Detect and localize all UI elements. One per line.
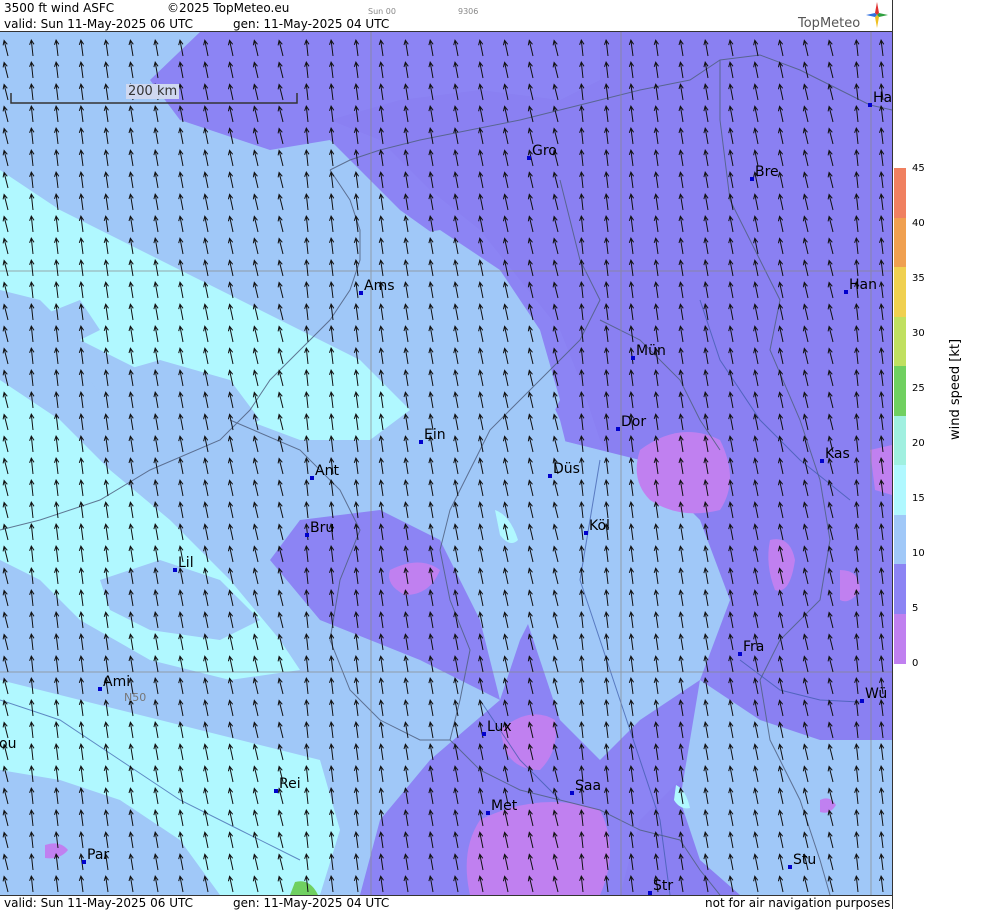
colorbar-tick-label: 45 <box>912 163 925 174</box>
city-label: Met <box>491 798 518 814</box>
city-marker <box>844 290 848 294</box>
city-label: Bru <box>310 520 335 536</box>
generated-time: gen: 11-May-2025 04 UTC <box>233 17 390 31</box>
colorbar-segment <box>894 366 906 416</box>
city-label: ou <box>0 736 17 752</box>
city-label: Str <box>653 878 674 894</box>
colorbar-tick-label: 10 <box>912 548 925 559</box>
city-marker <box>98 687 102 691</box>
city-marker <box>616 427 620 431</box>
colorbar-tick-label: 0 <box>912 658 919 669</box>
footer-bar: valid: Sun 11-May-2025 06 UTC gen: 11-Ma… <box>0 895 892 910</box>
city-marker <box>584 531 588 535</box>
city-label: Mün <box>636 343 666 359</box>
colorbar-tick-label: 20 <box>912 438 925 449</box>
topmeteo-logo: TopMeteo <box>798 16 861 31</box>
city-marker <box>305 533 309 537</box>
latitude-label: N50 <box>124 691 147 704</box>
city-marker <box>570 791 574 795</box>
city-label: Lux <box>487 719 512 735</box>
wind-field <box>0 32 892 895</box>
colorbar-segment <box>894 168 906 218</box>
city-marker <box>82 860 86 864</box>
city-marker <box>527 156 531 160</box>
colorbar-tick-label: 35 <box>912 273 925 284</box>
colorbar <box>894 168 906 664</box>
city-label: Ein <box>424 427 446 443</box>
city-label: Düs <box>553 461 580 477</box>
valid-time: valid: Sun 11-May-2025 06 UTC <box>4 17 193 31</box>
colorbar-segment <box>894 465 906 515</box>
product-title: 3500 ft wind ASFC <box>4 1 115 15</box>
colorbar-tick-label: 25 <box>912 383 925 394</box>
footer-generated-time: gen: 11-May-2025 04 UTC <box>233 896 390 910</box>
colorbar-segment <box>894 217 906 268</box>
city-marker <box>860 699 864 703</box>
colorbar-title: wind speed [kt] <box>948 338 963 440</box>
city-marker <box>788 865 792 869</box>
city-marker <box>738 652 742 656</box>
city-marker <box>419 440 423 444</box>
city-label: Ant <box>315 463 339 479</box>
header-bar: 3500 ft wind ASFC ©2025 TopMeteo.eu Sun … <box>0 0 892 32</box>
colorbar-tick-label: 5 <box>912 603 919 614</box>
colorbar-segment <box>894 613 906 664</box>
colorbar-segment <box>894 316 906 367</box>
city-marker <box>482 732 486 736</box>
colorbar-segment <box>894 564 906 614</box>
disclaimer: not for air navigation purposes <box>705 896 891 910</box>
run-code: 9306 <box>458 7 479 16</box>
city-label: Rei <box>279 776 301 792</box>
city-marker <box>548 474 552 478</box>
city-marker <box>820 459 824 463</box>
city-marker <box>631 356 635 360</box>
city-label: Fra <box>743 639 765 655</box>
city-label: Köl <box>589 518 610 534</box>
city-marker <box>750 177 754 181</box>
city-marker <box>486 811 490 815</box>
city-marker <box>173 568 177 572</box>
city-label: Wü <box>865 686 888 702</box>
wind-map[interactable]: 200 km N50 Gro Bre Ha Han Ams Mün Dor Ein Kas Ant… <box>0 32 892 895</box>
city-label: Dor <box>621 414 647 430</box>
city-label: Bre <box>755 164 779 180</box>
colorbar-segment <box>894 267 906 317</box>
footer-valid-time: valid: Sun 11-May-2025 06 UTC <box>4 896 193 910</box>
city-label: Ha <box>873 90 892 106</box>
colorbar-tick-label: 30 <box>912 328 925 339</box>
colorbar-segment <box>894 415 906 466</box>
city-label: Saa <box>575 778 602 794</box>
city-marker <box>868 103 872 107</box>
city-label: Ams <box>364 278 395 294</box>
city-label: Han <box>849 277 877 293</box>
copyright: ©2025 TopMeteo.eu <box>167 1 290 15</box>
colorbar-tick-label: 15 <box>912 493 925 504</box>
city-marker <box>359 291 363 295</box>
scale-bar-label: 200 km <box>126 84 180 99</box>
colorbar-tick-label: 40 <box>912 218 925 229</box>
colorbar-segment <box>894 514 906 565</box>
city-marker <box>274 789 278 793</box>
city-label: Kas <box>825 446 850 462</box>
city-label: Stu <box>793 852 817 868</box>
city-label: Lil <box>178 555 194 571</box>
city-label: Ami <box>103 674 131 690</box>
city-label: Gro <box>532 143 557 159</box>
city-marker <box>310 476 314 480</box>
city-label: Par <box>87 847 110 863</box>
compass-icon <box>866 2 888 28</box>
